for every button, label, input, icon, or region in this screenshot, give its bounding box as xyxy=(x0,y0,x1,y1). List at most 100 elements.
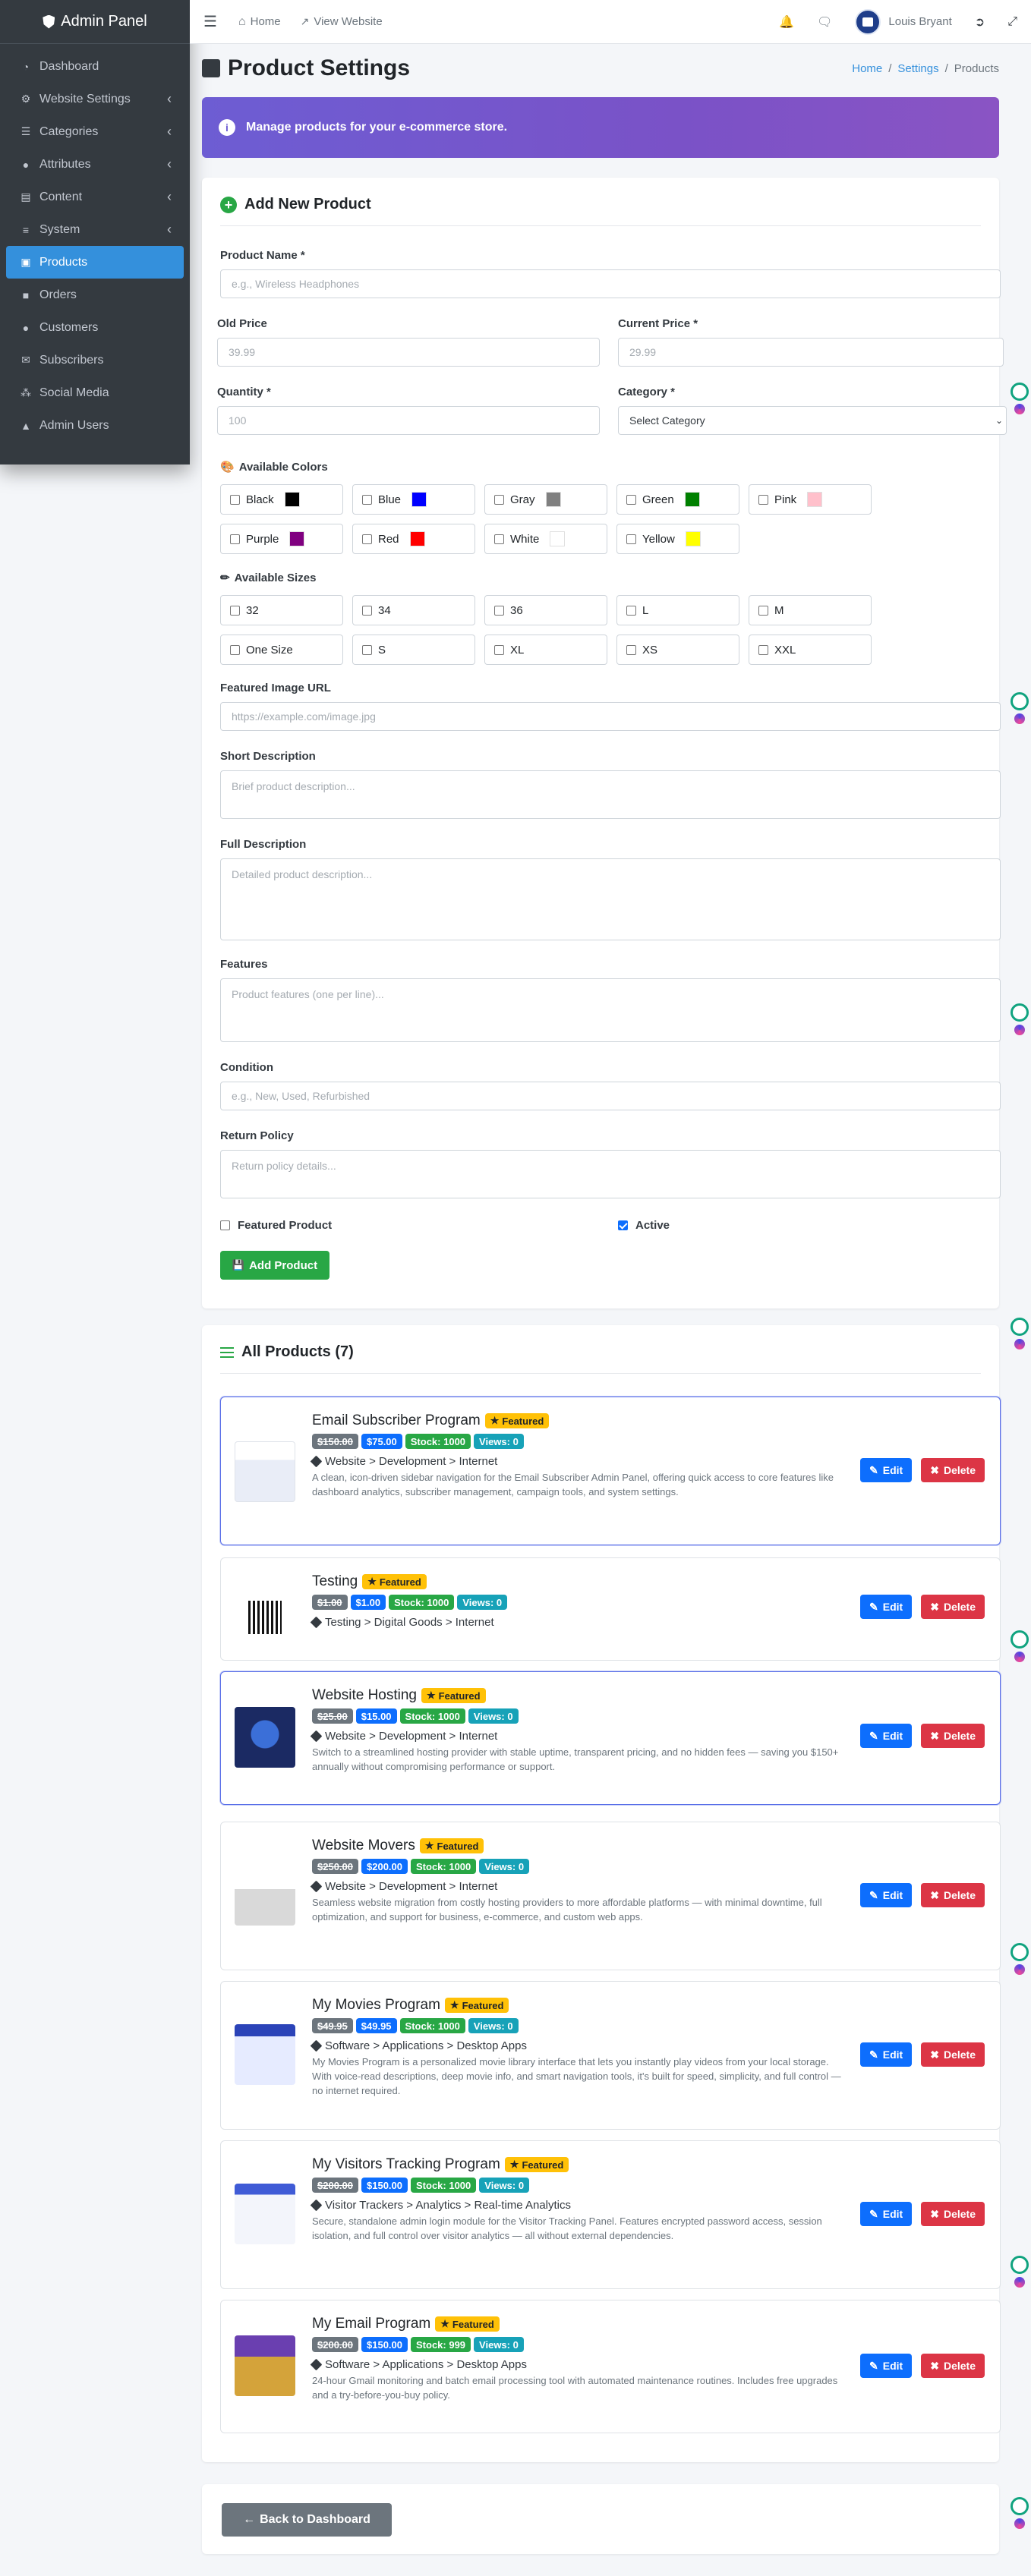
color-checkbox[interactable] xyxy=(362,494,372,505)
color-option-gray[interactable]: Gray xyxy=(484,484,607,515)
floating-widget[interactable] xyxy=(1010,2497,1029,2529)
edit-button[interactable]: ✎ Edit xyxy=(860,1883,913,1907)
return-policy-textarea[interactable] xyxy=(220,1150,1001,1198)
size-option[interactable]: 34 xyxy=(352,595,475,625)
size-option[interactable]: One Size xyxy=(220,635,343,665)
category-select[interactable]: Select Category ⌄ xyxy=(618,406,1007,435)
edit-button[interactable]: ✎ Edit xyxy=(860,1724,913,1748)
edit-button[interactable]: ✎ Edit xyxy=(860,1458,913,1482)
size-checkbox[interactable] xyxy=(626,644,636,655)
edit-button[interactable]: ✎ Edit xyxy=(860,2202,913,2226)
color-option-yellow[interactable]: Yellow xyxy=(616,524,739,554)
size-checkbox[interactable] xyxy=(362,605,372,616)
delete-button[interactable]: ✖ Delete xyxy=(921,1595,985,1619)
sidebar-item-categories[interactable]: ☰ Categories ‹ xyxy=(6,115,184,148)
floating-widget[interactable] xyxy=(1010,1630,1029,1662)
sidebar-item-dashboard[interactable]: ◔ Dashboard xyxy=(6,50,184,83)
back-to-dashboard-button[interactable]: ← Back to Dashboard xyxy=(222,2503,392,2537)
fullscreen-icon[interactable]: ⤢ xyxy=(1007,15,1017,29)
add-product-button[interactable]: 💾 Add Product xyxy=(220,1251,329,1280)
sidebar-item-attributes[interactable]: ● Attributes ‹ xyxy=(6,148,184,181)
size-option[interactable]: XXL xyxy=(749,635,872,665)
delete-button[interactable]: ✖ Delete xyxy=(921,1458,985,1482)
condition-input[interactable] xyxy=(220,1082,1001,1110)
sidebar-item-admin-users[interactable]: ▲ Admin Users xyxy=(6,409,184,442)
size-option[interactable]: 32 xyxy=(220,595,343,625)
image-url-input[interactable] xyxy=(220,702,1001,731)
size-option[interactable]: XL xyxy=(484,635,607,665)
breadcrumb-settings[interactable]: Settings xyxy=(897,62,938,75)
size-checkbox[interactable] xyxy=(758,605,768,616)
user-menu[interactable]: Louis Bryant xyxy=(855,8,952,35)
quantity-input[interactable] xyxy=(217,406,600,435)
edit-button[interactable]: ✎ Edit xyxy=(860,2042,913,2067)
delete-button[interactable]: ✖ Delete xyxy=(921,2042,985,2067)
color-option-white[interactable]: White xyxy=(484,524,607,554)
nav-home-link[interactable]: ⌂ Home xyxy=(238,15,281,29)
color-checkbox[interactable] xyxy=(362,534,372,544)
color-checkbox[interactable] xyxy=(494,494,504,505)
size-checkbox[interactable] xyxy=(758,644,768,655)
sidebar-item-system[interactable]: ≡ System ‹ xyxy=(6,213,184,246)
full-desc-textarea[interactable] xyxy=(220,858,1001,940)
sidebar-item-products[interactable]: ▣ Products xyxy=(6,246,184,279)
featured-checkbox-row[interactable]: Featured Product xyxy=(220,1219,332,1232)
edit-button[interactable]: ✎ Edit xyxy=(860,1595,913,1619)
floating-widget[interactable] xyxy=(1010,692,1029,724)
bell-icon[interactable]: 🔔 xyxy=(779,14,794,30)
sidebar-item-content[interactable]: ▤ Content ‹ xyxy=(6,181,184,213)
old-price-input[interactable] xyxy=(217,338,600,367)
color-option-green[interactable]: Green xyxy=(616,484,739,515)
color-checkbox[interactable] xyxy=(494,534,504,544)
size-checkbox[interactable] xyxy=(230,644,240,655)
floating-widget[interactable] xyxy=(1010,2256,1029,2288)
comments-icon[interactable]: 🗨 xyxy=(817,14,832,30)
delete-button[interactable]: ✖ Delete xyxy=(921,2202,985,2226)
color-option-red[interactable]: Red xyxy=(352,524,475,554)
sidebar-item-social-media[interactable]: ⁂ Social Media xyxy=(6,376,184,409)
edit-button[interactable]: ✎ Edit xyxy=(860,2354,913,2378)
size-checkbox[interactable] xyxy=(494,605,504,616)
size-checkbox[interactable] xyxy=(494,644,504,655)
color-checkbox[interactable] xyxy=(626,494,636,505)
sidebar-item-subscribers[interactable]: ✉ Subscribers xyxy=(6,344,184,376)
menu-toggle-button[interactable]: ☰ xyxy=(203,12,217,31)
active-checkbox[interactable] xyxy=(618,1220,628,1230)
logout-icon[interactable]: ➲ xyxy=(975,14,985,30)
sidebar-item-orders[interactable]: ■ Orders xyxy=(6,279,184,311)
features-textarea[interactable] xyxy=(220,978,1001,1042)
size-checkbox[interactable] xyxy=(362,644,372,655)
color-checkbox[interactable] xyxy=(626,534,636,544)
delete-button[interactable]: ✖ Delete xyxy=(921,1724,985,1748)
color-option-blue[interactable]: Blue xyxy=(352,484,475,515)
brand[interactable]: Admin Panel xyxy=(0,0,190,44)
size-option[interactable]: L xyxy=(616,595,739,625)
floating-widget[interactable] xyxy=(1010,1318,1029,1349)
floating-widget[interactable] xyxy=(1010,383,1029,414)
size-option[interactable]: 36 xyxy=(484,595,607,625)
sidebar-item-customers[interactable]: ● Customers xyxy=(6,311,184,344)
floating-widget[interactable] xyxy=(1010,1003,1029,1035)
featured-checkbox[interactable] xyxy=(220,1220,230,1230)
floating-widget[interactable] xyxy=(1010,1943,1029,1975)
active-checkbox-row[interactable]: Active xyxy=(618,1219,670,1232)
product-name-input[interactable] xyxy=(220,269,1001,298)
color-option-pink[interactable]: Pink xyxy=(749,484,872,515)
color-checkbox[interactable] xyxy=(758,494,768,505)
short-desc-textarea[interactable] xyxy=(220,770,1001,819)
size-option[interactable]: M xyxy=(749,595,872,625)
delete-button[interactable]: ✖ Delete xyxy=(921,1883,985,1907)
sidebar-item-website-settings[interactable]: ⚙ Website Settings ‹ xyxy=(6,83,184,115)
breadcrumb-home[interactable]: Home xyxy=(852,62,882,75)
color-checkbox[interactable] xyxy=(230,534,240,544)
size-checkbox[interactable] xyxy=(626,605,636,616)
size-option[interactable]: S xyxy=(352,635,475,665)
color-option-black[interactable]: Black xyxy=(220,484,343,515)
color-option-purple[interactable]: Purple xyxy=(220,524,343,554)
size-checkbox[interactable] xyxy=(230,605,240,616)
size-option[interactable]: XS xyxy=(616,635,739,665)
delete-button[interactable]: ✖ Delete xyxy=(921,2354,985,2378)
view-website-link[interactable]: ↗ View Website xyxy=(301,15,383,28)
current-price-input[interactable] xyxy=(618,338,1004,367)
color-checkbox[interactable] xyxy=(230,494,240,505)
